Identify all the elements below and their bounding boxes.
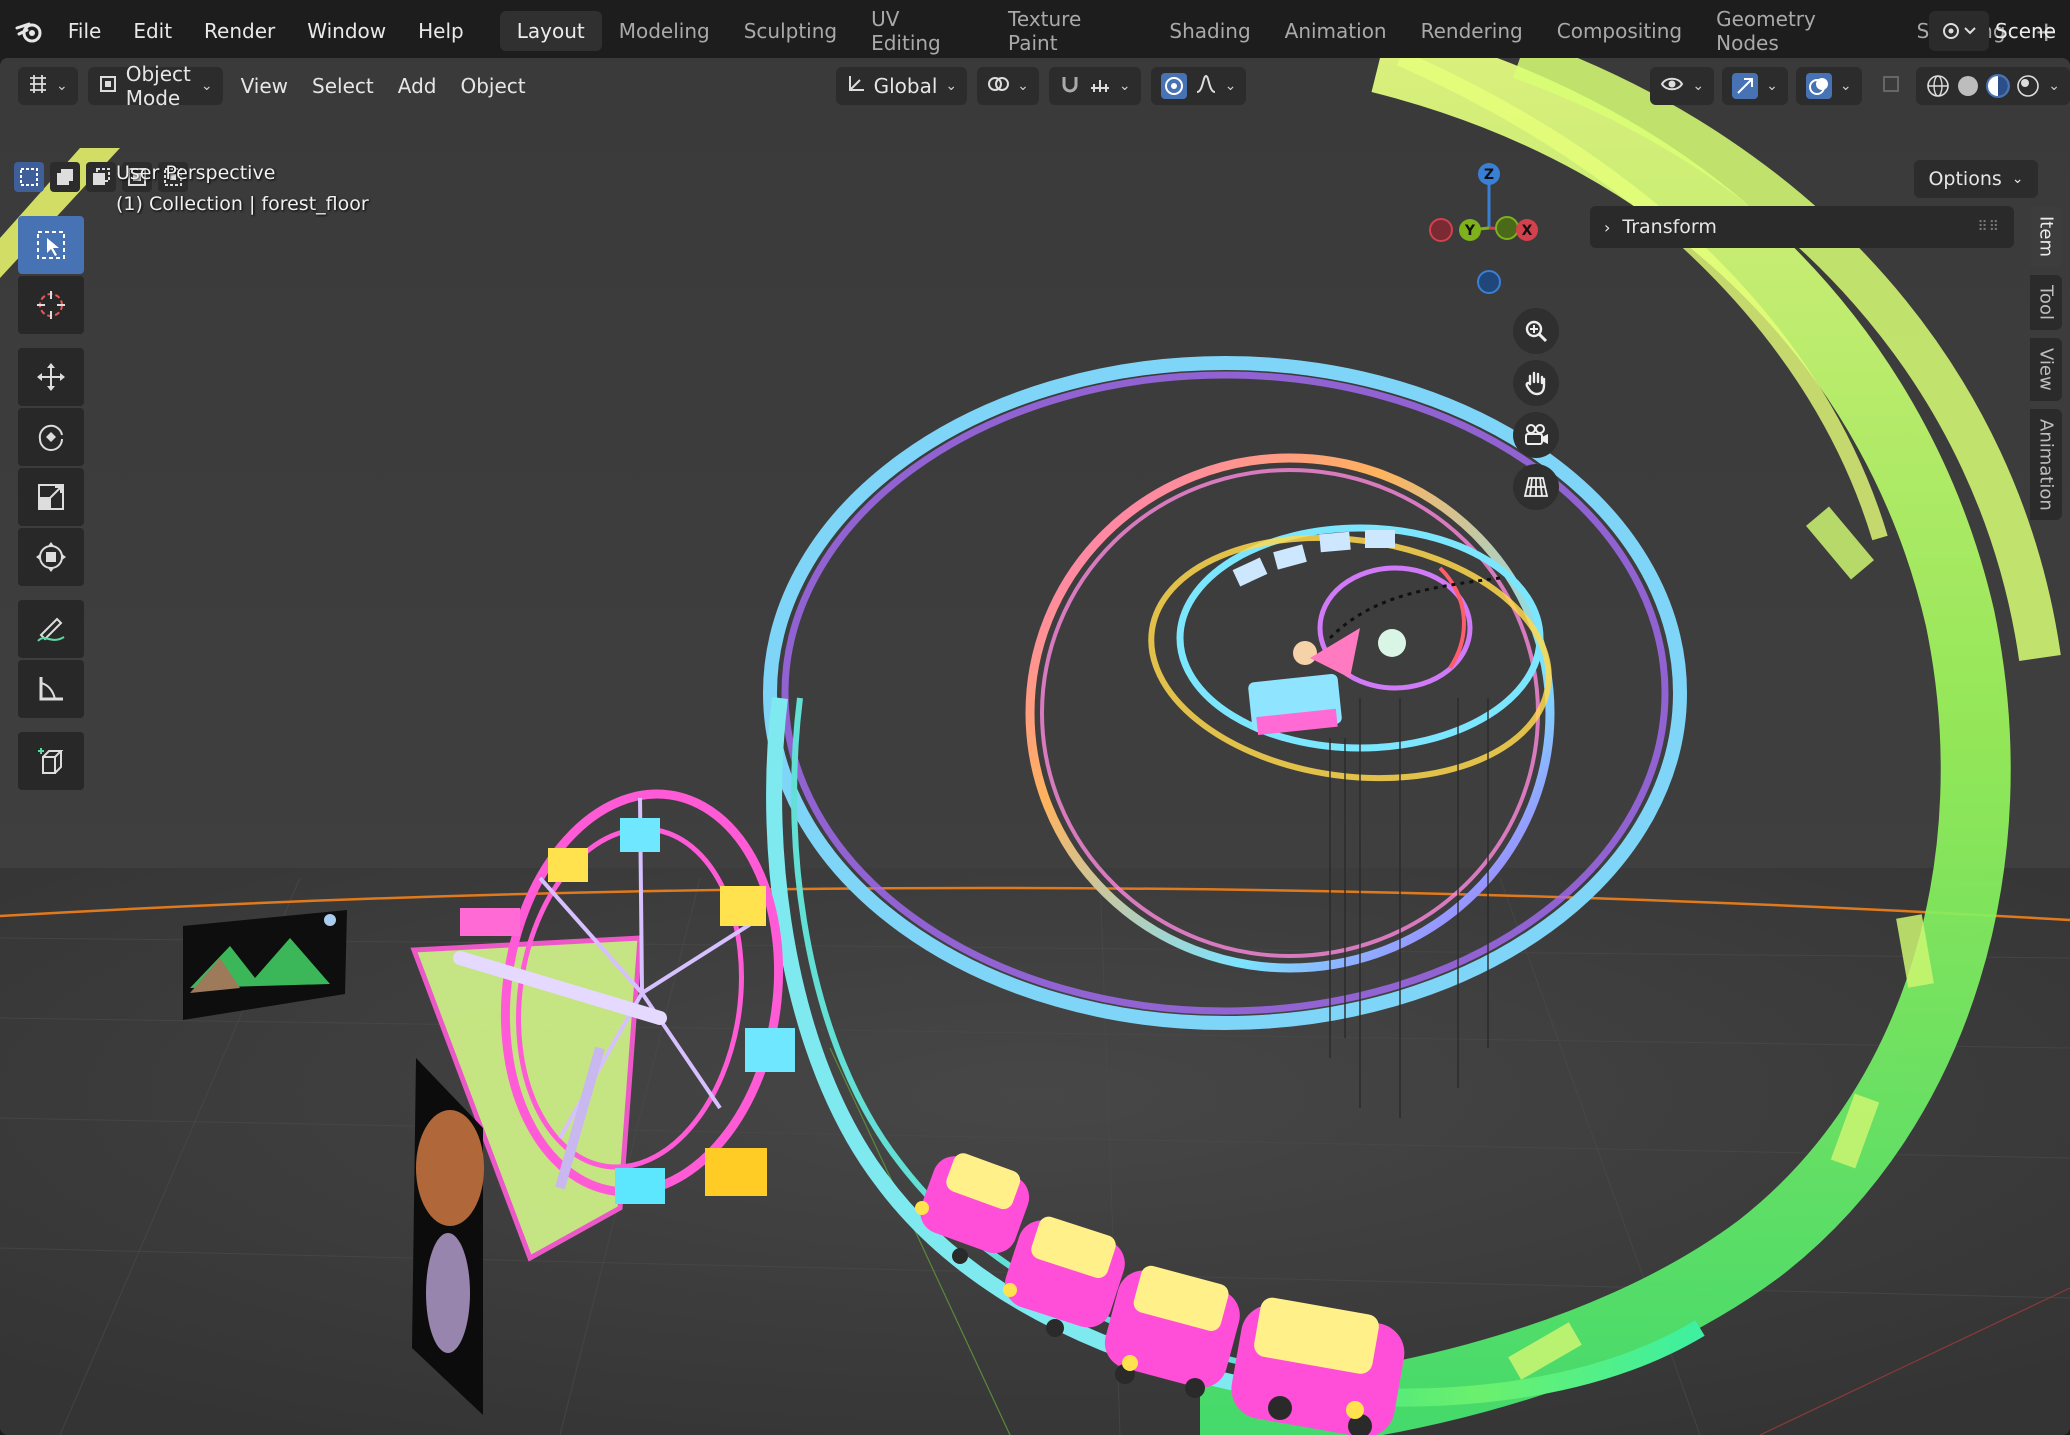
shading-modes[interactable]: ⌄ xyxy=(1916,67,2070,105)
collection-label: (1) Collection | forest_floor xyxy=(116,193,369,215)
viewport-header: ⌄ Object Mode ⌄ View Select Add Object G… xyxy=(0,58,2070,114)
tab-animation[interactable]: Animation xyxy=(1268,11,1404,51)
material-shading-icon[interactable] xyxy=(1986,74,2011,98)
tab-tool[interactable]: Tool xyxy=(2030,274,2062,330)
scene-name[interactable]: Scene xyxy=(1995,19,2070,43)
transform-label[interactable]: Transform xyxy=(1622,216,1717,238)
transform-icon[interactable] xyxy=(18,528,84,586)
xray-icon xyxy=(1881,74,1901,99)
eye-icon xyxy=(1660,74,1684,98)
scene-render[interactable] xyxy=(0,58,2070,1435)
tab-shading[interactable]: Shading xyxy=(1152,11,1267,51)
tab-sculpting[interactable]: Sculpting xyxy=(727,11,854,51)
snap-toggle[interactable]: ⌄ xyxy=(1048,67,1141,105)
measure-icon[interactable] xyxy=(18,660,84,718)
object-mode-icon xyxy=(98,74,118,99)
tab-compositing[interactable]: Compositing xyxy=(1540,11,1699,51)
tab-texture-paint[interactable]: Texture Paint xyxy=(991,7,1152,55)
mode-dropdown[interactable]: Object Mode ⌄ xyxy=(87,62,223,110)
top-bar: File Edit Render Window Help Layout Mode… xyxy=(0,0,2070,62)
overlay-icon xyxy=(1805,73,1832,99)
tab-view-label: View xyxy=(2035,347,2057,391)
orientation-label: Global xyxy=(873,74,938,98)
gizmo-toggle[interactable]: ⌄ xyxy=(1722,67,1788,105)
gizmo-icon xyxy=(1732,73,1759,99)
grid-icon[interactable] xyxy=(1513,464,1559,510)
tab-tool-label: Tool xyxy=(2035,284,2057,320)
workspace-tabs: Layout Modeling Sculpting UV Editing Tex… xyxy=(499,7,2070,55)
3d-viewport[interactable]: ⌄ Object Mode ⌄ View Select Add Object G… xyxy=(0,58,2070,1435)
blender-logo-icon[interactable] xyxy=(8,9,52,53)
tab-geometry-nodes[interactable]: Geometry Nodes xyxy=(1699,7,1899,55)
zoom-icon[interactable] xyxy=(1513,308,1559,354)
tab-modeling[interactable]: Modeling xyxy=(602,11,727,51)
overlay-toggle[interactable]: ⌄ xyxy=(1795,67,1862,105)
viewport-info: User Perspective (1) Collection | forest… xyxy=(116,158,369,220)
falloff-icon xyxy=(1195,74,1217,99)
pivot-icon xyxy=(987,74,1010,99)
proportional-edit-icon xyxy=(1160,73,1187,99)
rendered-shading-icon[interactable] xyxy=(2016,74,2040,98)
tab-animation-sidebar[interactable]: Animation xyxy=(2030,408,2062,521)
gizmo-z-label: Z xyxy=(1484,167,1494,183)
select-box-icon[interactable] xyxy=(18,216,84,274)
select-extend-icon[interactable] xyxy=(50,162,80,192)
orientation-dropdown[interactable]: Global ⌄ xyxy=(835,67,968,105)
pan-hand-icon[interactable] xyxy=(1513,360,1559,406)
menu-object[interactable]: Object xyxy=(450,67,535,105)
solid-shading-icon[interactable] xyxy=(1956,74,1980,98)
wireframe-shading-icon[interactable] xyxy=(1926,74,1950,98)
editor-type-icon xyxy=(28,74,48,99)
scene-selector[interactable]: Scene xyxy=(1929,8,2070,54)
drag-handle-icon[interactable]: ⠿⠿ xyxy=(1977,219,2000,235)
gizmo-y-label: Y xyxy=(1464,223,1476,239)
visibility-dropdown[interactable]: ⌄ xyxy=(1650,67,1715,105)
tab-item-label: Item xyxy=(2035,216,2057,257)
select-subtract-icon[interactable] xyxy=(86,162,116,192)
gizmo-neg-y[interactable] xyxy=(1495,216,1519,240)
tab-view[interactable]: View xyxy=(2030,337,2062,401)
annotate-icon[interactable] xyxy=(18,600,84,658)
menu-file[interactable]: File xyxy=(52,9,117,53)
options-dropdown[interactable]: Options ⌄ xyxy=(1914,160,2038,198)
orientation-icon xyxy=(846,74,866,99)
gizmo-neg-z[interactable] xyxy=(1477,270,1501,294)
tab-rendering[interactable]: Rendering xyxy=(1404,11,1540,51)
menu-render[interactable]: Render xyxy=(188,9,291,53)
magnet-icon xyxy=(1059,73,1081,100)
chevron-right-icon[interactable]: › xyxy=(1604,218,1610,237)
menu-select[interactable]: Select xyxy=(302,67,384,105)
options-label: Options xyxy=(1928,168,2002,190)
xray-toggle[interactable] xyxy=(1870,67,1913,105)
gizmo-x-label: X xyxy=(1522,223,1533,239)
snap-increment-icon xyxy=(1089,74,1111,99)
move-icon[interactable] xyxy=(18,348,84,406)
scale-icon[interactable] xyxy=(18,468,84,526)
add-cube-icon[interactable] xyxy=(18,732,84,790)
select-new-icon[interactable] xyxy=(14,162,44,192)
camera-icon[interactable] xyxy=(1513,412,1559,458)
menu-add[interactable]: Add xyxy=(388,67,447,105)
sidebar-tabs: Item Tool View Animation xyxy=(2030,206,2062,528)
menu-view[interactable]: View xyxy=(231,67,298,105)
menu-edit[interactable]: Edit xyxy=(117,9,188,53)
tab-layout[interactable]: Layout xyxy=(499,11,602,51)
cursor-icon[interactable] xyxy=(18,276,84,334)
gizmo-neg-x[interactable] xyxy=(1429,218,1453,242)
scene-icon[interactable] xyxy=(1929,11,1990,51)
menu-window[interactable]: Window xyxy=(291,9,402,53)
mode-label: Object Mode xyxy=(125,62,191,110)
menu-help[interactable]: Help xyxy=(402,9,480,53)
chevron-down-icon: ⌄ xyxy=(2011,171,2024,187)
proportional-edit-toggle[interactable]: ⌄ xyxy=(1150,67,1247,105)
tab-item[interactable]: Item xyxy=(2030,206,2062,267)
tab-animation-label: Animation xyxy=(2035,418,2057,511)
tool-shelf xyxy=(18,216,84,792)
perspective-label: User Perspective xyxy=(116,162,276,184)
tab-uv-editing[interactable]: UV Editing xyxy=(854,7,991,55)
pivot-dropdown[interactable]: ⌄ xyxy=(977,67,1039,105)
transform-panel[interactable]: › Transform ⠿⠿ xyxy=(1590,206,2014,248)
editor-type-button[interactable]: ⌄ xyxy=(18,67,78,105)
rotate-icon[interactable] xyxy=(18,408,84,466)
